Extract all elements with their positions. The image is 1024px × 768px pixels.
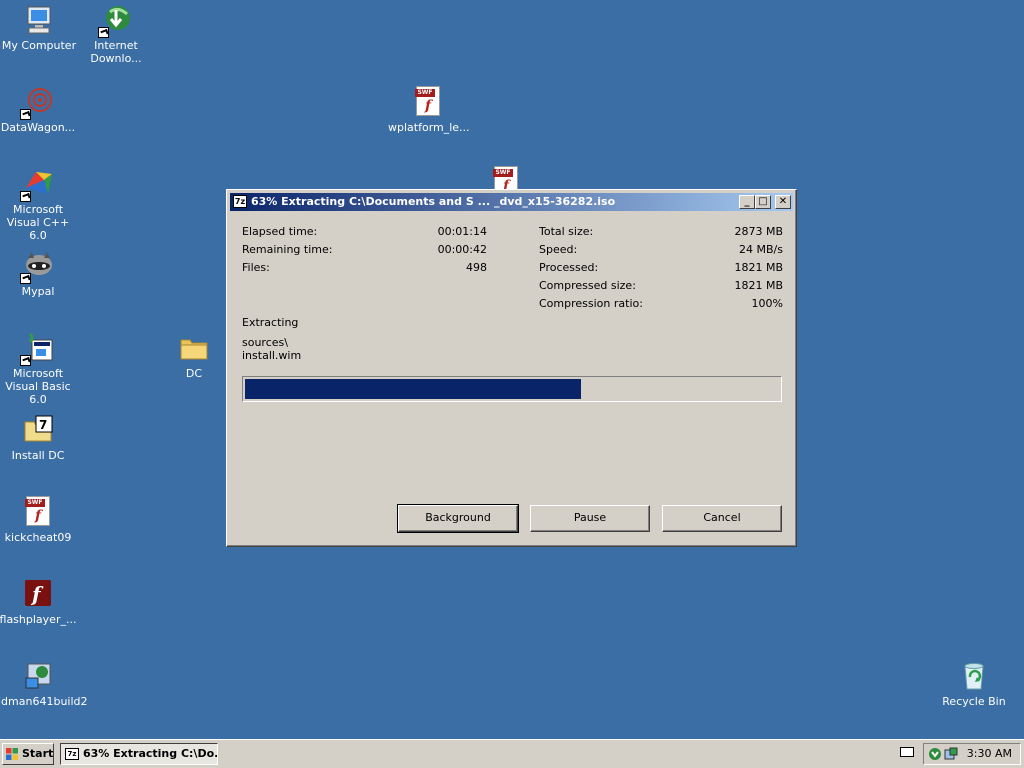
desktop-icon-recycle-bin[interactable]: Recycle Bin xyxy=(934,660,1014,708)
taskbar-clock[interactable]: 3:30 AM xyxy=(967,744,1012,764)
desktop-icon-dc-folder[interactable]: DC xyxy=(154,332,234,380)
shortcut-arrow-icon xyxy=(20,355,31,366)
desktop-icon-label: Recycle Bin xyxy=(942,695,1006,708)
minimize-button[interactable]: _ xyxy=(739,195,755,209)
stat-value: 100% xyxy=(751,297,783,310)
desktop-icon-label: Microsoft Visual Basic 6.0 xyxy=(5,367,71,406)
stat-label: Compressed size: xyxy=(539,279,636,292)
shortcut-arrow-icon xyxy=(98,27,109,38)
stat-label: Files: xyxy=(242,261,270,274)
stat-value: 1821 MB xyxy=(734,261,783,274)
desktop-icon-install-dc[interactable]: 7 Install DC xyxy=(0,414,78,462)
desktop-icon-msvc[interactable]: Microsoft Visual C++ 6.0 xyxy=(0,168,78,242)
stat-value: 498 xyxy=(466,261,487,274)
dialog-titlebar[interactable]: 7z 63% Extracting C:\Documents and S ...… xyxy=(230,193,793,211)
keyboard-layout-icon[interactable] xyxy=(900,747,914,757)
installer-icon xyxy=(22,660,54,692)
app-tray-icon[interactable] xyxy=(944,747,958,761)
cancel-button[interactable]: Cancel xyxy=(662,505,782,532)
stat-label: Speed: xyxy=(539,243,578,256)
system-tray: 3:30 AM xyxy=(923,743,1021,765)
desktop-icon-internet-download[interactable]: Internet Downlo... xyxy=(76,4,156,65)
current-file-name: install.wim xyxy=(242,349,302,362)
visual-basic-icon xyxy=(20,332,54,366)
stat-compressed-size: Compressed size: 1821 MB xyxy=(539,279,783,295)
extract-progress-dialog: 7z 63% Extracting C:\Documents and S ...… xyxy=(226,189,797,547)
stat-processed: Processed: 1821 MB xyxy=(539,261,783,277)
desktop-icon-my-computer[interactable]: My Computer xyxy=(0,4,79,52)
taskbar-button-7zip[interactable]: 7z 63% Extracting C:\Do... xyxy=(60,743,218,765)
stat-label: Compression ratio: xyxy=(539,297,643,310)
desktop-icon-label: kickcheat09 xyxy=(4,531,72,544)
desktop-icon-msvb[interactable]: Microsoft Visual Basic 6.0 xyxy=(0,332,78,406)
datawagon-icon xyxy=(20,86,54,120)
desktop-icon-flashplayer[interactable]: f flashplayer_... xyxy=(0,578,78,626)
desktop-icon-label: wplatform_le... xyxy=(388,121,470,134)
stat-compression-ratio: Compression ratio: 100% xyxy=(539,297,783,313)
my-computer-icon xyxy=(23,4,55,36)
swf-tag: SWF xyxy=(493,169,513,177)
stat-value: 2873 MB xyxy=(734,225,783,238)
stat-label: Processed: xyxy=(539,261,599,274)
pause-button[interactable]: Pause xyxy=(530,505,650,532)
stat-value: 24 MB/s xyxy=(739,243,783,256)
desktop-icon-label: Internet Downlo... xyxy=(90,39,142,65)
stat-files: Files: 498 xyxy=(242,261,487,277)
desktop-icon-label: DC xyxy=(185,367,203,380)
start-button[interactable]: Start xyxy=(2,743,54,765)
sevenzip-app-icon: 7z xyxy=(233,195,247,208)
folder-icon xyxy=(178,332,210,364)
stat-label: Total size: xyxy=(539,225,594,238)
desktop-icon-label: idman641build2 xyxy=(0,695,88,708)
current-action-label: Extracting xyxy=(242,316,299,329)
close-button[interactable]: ✕ xyxy=(775,195,791,209)
desktop-icon-label: My Computer xyxy=(1,39,77,52)
stat-value: 00:00:42 xyxy=(437,243,487,256)
sevenzip-archive-icon: 7 xyxy=(22,414,54,446)
stat-label: Elapsed time: xyxy=(242,225,318,238)
desktop-icon-label: Install DC xyxy=(11,449,65,462)
windows-logo-icon xyxy=(6,748,18,760)
swf-tag: SWF xyxy=(415,89,435,97)
taskbar: Start 7z 63% Extracting C:\Do... 3:30 AM xyxy=(0,739,1024,768)
desktop-icon-datawagon[interactable]: DataWagon... xyxy=(0,86,78,134)
start-label: Start xyxy=(22,747,54,760)
recycle-bin-icon xyxy=(958,660,990,692)
taskbar-button-label: 63% Extracting C:\Do... xyxy=(83,747,218,760)
maximize-button[interactable]: □ xyxy=(755,195,771,209)
swf-tag: SWF xyxy=(25,499,45,507)
dialog-title: 63% Extracting C:\Documents and S ... _d… xyxy=(251,195,616,208)
stat-label: Remaining time: xyxy=(242,243,333,256)
stat-total-size: Total size: 2873 MB xyxy=(539,225,783,241)
extract-progress-bar xyxy=(242,376,782,402)
svg-text:7: 7 xyxy=(39,418,47,432)
desktop-icon-kickcheat[interactable]: SWF f kickcheat09 xyxy=(0,496,78,544)
sevenzip-app-icon: 7z xyxy=(65,748,79,760)
desktop-icon-mypal[interactable]: Mypal xyxy=(0,250,78,298)
desktop-icon-idman[interactable]: idman641build2 xyxy=(0,660,88,708)
network-tray-icon[interactable] xyxy=(928,747,942,761)
desktop-icon-label: flashplayer_... xyxy=(0,613,77,626)
swf-file-icon: SWF f xyxy=(412,86,444,118)
shortcut-arrow-icon xyxy=(20,273,31,284)
stat-value: 1821 MB xyxy=(734,279,783,292)
progress-fill xyxy=(245,379,581,399)
background-button[interactable]: Background xyxy=(397,504,519,533)
shortcut-arrow-icon xyxy=(20,109,31,120)
desktop-icon-label: Mypal xyxy=(21,285,55,298)
stat-elapsed-time: Elapsed time: 00:01:14 xyxy=(242,225,487,241)
mypal-raccoon-icon xyxy=(20,250,54,284)
desktop-icon-label: Microsoft Visual C++ 6.0 xyxy=(6,203,70,242)
shortcut-arrow-icon xyxy=(20,191,31,202)
desktop-icon-label: DataWagon... xyxy=(0,121,76,134)
stat-speed: Speed: 24 MB/s xyxy=(539,243,783,259)
current-path-line1: sources\ xyxy=(242,336,288,349)
visual-cpp-icon xyxy=(20,168,54,202)
desktop-icon-wplatform[interactable]: SWF f wplatform_le... xyxy=(388,86,470,134)
swf-file-icon: SWF f xyxy=(22,496,54,528)
stat-value: 00:01:14 xyxy=(437,225,487,238)
stat-remaining-time: Remaining time: 00:00:42 xyxy=(242,243,487,259)
flash-player-icon: f xyxy=(22,578,54,610)
internet-download-manager-icon xyxy=(98,4,132,38)
